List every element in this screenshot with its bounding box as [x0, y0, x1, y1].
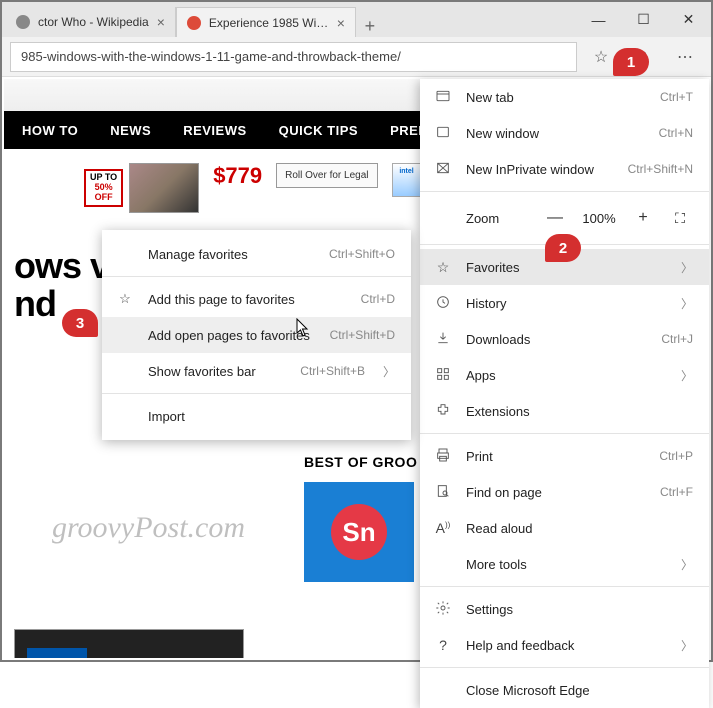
menu-new-window[interactable]: New window Ctrl+N: [420, 115, 709, 151]
menu-settings[interactable]: Settings: [420, 591, 709, 627]
menu-more-tools[interactable]: More tools 〉: [420, 546, 709, 582]
nav-item[interactable]: NEWS: [110, 123, 151, 138]
globe-icon: [16, 15, 30, 29]
chevron-right-icon: 〉: [383, 363, 395, 380]
new-tab-button[interactable]: +: [356, 16, 384, 37]
maximize-button[interactable]: ☐: [621, 2, 666, 37]
apps-icon: [434, 366, 452, 385]
site-favicon: [187, 16, 201, 30]
ad-laptop[interactable]: UP TO 50% OFF: [84, 163, 199, 213]
submenu-manage-favorites[interactable]: Manage favorites Ctrl+Shift+O: [102, 236, 411, 272]
nav-item[interactable]: HOW TO: [22, 123, 78, 138]
zoom-value: 100%: [575, 211, 623, 226]
menu-apps[interactable]: Apps 〉: [420, 357, 709, 393]
submenu-add-open-pages[interactable]: Add open pages to favorites Ctrl+Shift+D: [102, 317, 411, 353]
callout-1: 1: [613, 48, 649, 76]
chevron-right-icon: 〉: [681, 556, 693, 573]
window-controls: — ☐ ✕: [576, 2, 711, 37]
tab-wikipedia[interactable]: ctor Who - Wikipedia ×: [6, 7, 176, 37]
tab-strip: ctor Who - Wikipedia × Experience 1985 W…: [2, 2, 576, 37]
extensions-icon: [434, 402, 452, 421]
menu-read-aloud[interactable]: A)) Read aloud: [420, 510, 709, 546]
submenu-show-favorites-bar[interactable]: Show favorites bar Ctrl+Shift+B 〉: [102, 353, 411, 389]
tab-label: Experience 1985 Windows with t: [209, 16, 329, 30]
submenu-import[interactable]: Import: [102, 398, 411, 434]
close-window-button[interactable]: ✕: [666, 2, 711, 37]
thumbnail-image[interactable]: [14, 629, 244, 658]
menu-print[interactable]: Print Ctrl+P: [420, 438, 709, 474]
price-label: $779: [213, 163, 262, 189]
favorites-submenu: Manage favorites Ctrl+Shift+O ☆ Add this…: [102, 230, 411, 440]
close-icon[interactable]: ×: [337, 15, 345, 31]
zoom-out-button[interactable]: —: [535, 209, 575, 227]
nav-item[interactable]: QUICK TIPS: [279, 123, 358, 138]
submenu-add-this-page[interactable]: ☆ Add this page to favorites Ctrl+D: [102, 281, 411, 317]
discount-badge: UP TO 50% OFF: [84, 169, 123, 207]
menu-history[interactable]: History 〉: [420, 285, 709, 321]
gear-icon: [434, 600, 452, 619]
star-icon: ☆: [116, 291, 134, 307]
laptop-image: [129, 163, 199, 213]
url-field[interactable]: 985-windows-with-the-windows-1-11-game-a…: [10, 42, 577, 72]
chevron-right-icon: 〉: [681, 367, 693, 384]
nav-item[interactable]: REVIEWS: [183, 123, 246, 138]
star-icon: ☆: [434, 259, 452, 276]
zoom-in-button[interactable]: +: [623, 209, 663, 227]
app-tile[interactable]: Sn: [304, 482, 414, 582]
fullscreen-button[interactable]: ⛶: [663, 210, 697, 227]
mouse-cursor: [296, 318, 310, 338]
tab-groovypost[interactable]: Experience 1985 Windows with t ×: [176, 7, 356, 37]
menu-close-edge[interactable]: Close Microsoft Edge: [420, 672, 709, 708]
callout-2: 2: [545, 234, 581, 262]
tab-label: ctor Who - Wikipedia: [38, 15, 149, 29]
chevron-right-icon: 〉: [681, 637, 693, 654]
read-aloud-icon: A)): [434, 520, 452, 536]
address-bar: 985-windows-with-the-windows-1-11-game-a…: [2, 37, 711, 77]
songkick-icon: Sn: [331, 504, 387, 560]
thumbnail-row: [14, 629, 244, 658]
watermark: groovyPost.com: [52, 511, 245, 545]
menu-downloads[interactable]: Downloads Ctrl+J: [420, 321, 709, 357]
inprivate-icon: [434, 160, 452, 179]
close-icon[interactable]: ×: [157, 14, 165, 30]
rollover-label: Roll Over for Legal: [276, 163, 377, 188]
settings-menu: New tab Ctrl+T New window Ctrl+N New InP…: [420, 79, 709, 708]
print-icon: [434, 447, 452, 466]
new-tab-icon: [434, 88, 452, 107]
chevron-right-icon: 〉: [681, 259, 693, 276]
find-icon: [434, 483, 452, 502]
minimize-button[interactable]: —: [576, 2, 621, 37]
window-icon: [434, 124, 452, 143]
history-icon: [434, 294, 452, 313]
intel-badge: intel: [392, 163, 422, 197]
menu-find[interactable]: Find on page Ctrl+F: [420, 474, 709, 510]
menu-help[interactable]: ? Help and feedback 〉: [420, 627, 709, 663]
menu-extensions[interactable]: Extensions: [420, 393, 709, 429]
settings-menu-button[interactable]: ⋯: [667, 41, 703, 73]
menu-inprivate[interactable]: New InPrivate window Ctrl+Shift+N: [420, 151, 709, 187]
callout-3: 3: [62, 309, 98, 337]
chevron-right-icon: 〉: [681, 295, 693, 312]
title-bar: ctor Who - Wikipedia × Experience 1985 W…: [2, 2, 711, 37]
menu-new-tab[interactable]: New tab Ctrl+T: [420, 79, 709, 115]
help-icon: ?: [434, 637, 452, 653]
download-icon: [434, 330, 452, 349]
